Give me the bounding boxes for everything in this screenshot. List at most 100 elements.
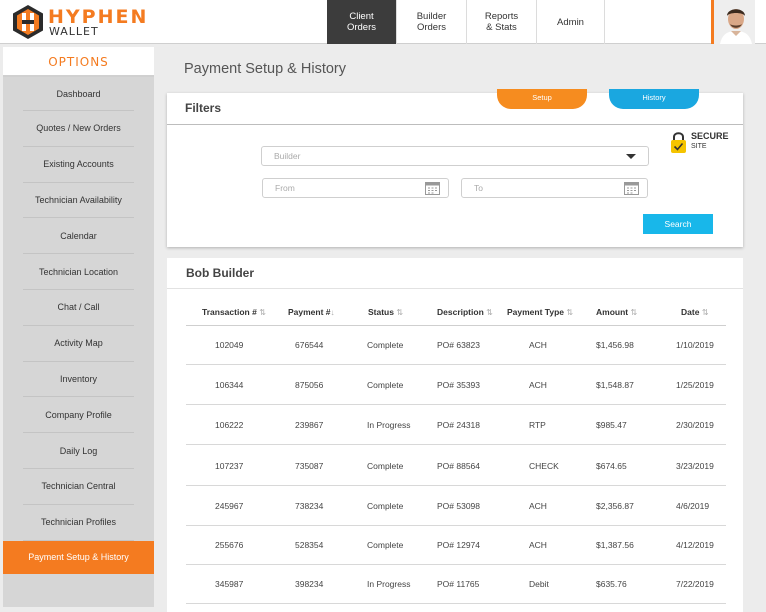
sort-icon[interactable]: ⇅: [486, 308, 493, 317]
to-placeholder: To: [474, 183, 483, 193]
nav-reports-stats[interactable]: Reports & Stats: [467, 0, 537, 44]
tab-setup[interactable]: Setup: [497, 89, 587, 109]
calendar-icon[interactable]: [425, 181, 440, 195]
cell-amount: $1,456.98: [596, 340, 634, 350]
sort-icon[interactable]: ⇅: [566, 308, 573, 317]
cell-date: 7/22/2019: [676, 579, 714, 589]
table-row[interactable]: 345987 398234 In Progress PO# 11765 Debit $63…: [186, 564, 726, 604]
transactions-card: Bob Builder Transaction # ⇅ Payment #↓ S…: [167, 258, 743, 612]
cell-date: 2/30/2019: [676, 420, 714, 430]
col-status-label: Status: [368, 307, 394, 317]
cell-amount: $674.65: [596, 461, 627, 471]
table-row[interactable]: 106222 239867 In Progress PO# 24318 RTP $985.…: [186, 405, 726, 445]
col-payment[interactable]: Payment #↓: [288, 307, 335, 317]
cell-payment: 875056: [295, 380, 324, 390]
cell-description: PO# 35393: [437, 380, 481, 390]
cell-status: Complete: [367, 340, 404, 350]
cell-amount: $985.47: [596, 420, 627, 430]
sidebar-item-daily-log[interactable]: Daily Log: [23, 433, 134, 469]
cell-payment-type: ACH: [529, 380, 547, 390]
col-status[interactable]: Status ⇅: [368, 307, 403, 317]
divider: [167, 288, 743, 289]
to-date-field[interactable]: To: [461, 178, 648, 198]
col-amount-label: Amount: [596, 307, 629, 317]
tab-history[interactable]: History: [609, 89, 699, 109]
sidebar-item-quotes[interactable]: Quotes / New Orders: [23, 111, 134, 147]
table-row[interactable]: 102049 676544 Complete PO# 63823 ACH $1,456.9…: [186, 325, 726, 365]
col-transaction[interactable]: Transaction # ⇅: [202, 307, 266, 317]
top-nav: Client Orders Builder Orders Reports & S…: [327, 0, 605, 44]
secure-label: SECURE: [691, 131, 729, 141]
cell-description: PO# 24318: [437, 420, 481, 430]
cell-transaction: 106222: [215, 420, 244, 430]
cell-description: PO# 88564: [437, 461, 481, 471]
cell-payment-type: RTP: [529, 420, 546, 430]
site-label: SITE: [691, 143, 707, 150]
cell-payment-type: CHECK: [529, 461, 559, 471]
cell-date: 1/10/2019: [676, 340, 714, 350]
cell-status: In Progress: [367, 579, 411, 589]
table-row[interactable]: 106344 875056 Complete PO# 35393 ACH $1,548.8…: [186, 365, 726, 405]
cell-status: Complete: [367, 380, 404, 390]
sidebar-item-chat-call[interactable]: Chat / Call: [23, 290, 134, 326]
nav-admin[interactable]: Admin: [537, 0, 605, 44]
brand-logo[interactable]: HYPHEN WALLET: [12, 4, 162, 40]
sidebar-item-technician-central[interactable]: Technician Central: [23, 469, 134, 505]
cell-status: Complete: [367, 540, 404, 550]
sidebar-item-calendar[interactable]: Calendar: [23, 218, 134, 255]
cell-payment: 738234: [295, 501, 324, 511]
col-payment-label: Payment #: [288, 307, 331, 317]
table-row[interactable]: 107237 735087 Complete PO# 88564 CHECK $674.6…: [186, 446, 726, 486]
secure-site-badge: SECURE SITE: [670, 128, 740, 158]
lock-icon: [671, 132, 686, 153]
cell-payment: 239867: [295, 420, 324, 430]
sort-icon[interactable]: ⇅: [259, 308, 266, 317]
cell-payment: 398234: [295, 579, 324, 589]
cell-status: Complete: [367, 461, 404, 471]
sidebar-item-technician-availability[interactable]: Technician Availability: [23, 183, 134, 219]
cell-payment: 528354: [295, 540, 324, 550]
sidebar-item-technician-location[interactable]: Technician Location: [23, 254, 134, 290]
user-avatar[interactable]: [711, 0, 755, 44]
cell-transaction: 245967: [215, 501, 244, 511]
sidebar-item-existing-accounts[interactable]: Existing Accounts: [23, 147, 134, 183]
cell-amount: $2,356.87: [596, 501, 634, 511]
sort-icon[interactable]: ⇅: [396, 308, 403, 317]
cell-amount: $635.76: [596, 579, 627, 589]
options-sidebar: OPTIONS Dashboard Quotes / New Orders Ex…: [3, 47, 154, 607]
calendar-icon[interactable]: [624, 181, 639, 195]
nav-client-orders[interactable]: Client Orders: [327, 0, 397, 44]
sidebar-item-dashboard[interactable]: Dashboard: [23, 77, 134, 111]
from-placeholder: From: [275, 183, 295, 193]
sidebar-item-company-profile[interactable]: Company Profile: [23, 397, 134, 434]
cell-payment: 735087: [295, 461, 324, 471]
cell-payment-type: ACH: [529, 340, 547, 350]
table-header: Transaction # ⇅ Payment #↓ Status ⇅ Desc…: [186, 302, 726, 326]
cell-transaction: 102049: [215, 340, 244, 350]
cell-date: 4/12/2019: [676, 540, 714, 550]
sidebar-item-payment-setup-history[interactable]: Payment Setup & History: [3, 540, 154, 574]
page-title: Payment Setup & History: [184, 61, 346, 77]
sort-icon[interactable]: ↓: [331, 308, 335, 317]
nav-builder-orders[interactable]: Builder Orders: [397, 0, 467, 44]
sidebar-item-activity-map[interactable]: Activity Map: [23, 326, 134, 362]
from-date-field[interactable]: From: [262, 178, 449, 198]
table-row[interactable]: 245967 738234 Complete PO# 53098 ACH $2,356.8…: [186, 486, 726, 526]
dropdown-caret-icon: [626, 154, 636, 159]
cell-date: 3/23/2019: [676, 461, 714, 471]
cell-description: PO# 53098: [437, 501, 481, 511]
col-payment-type[interactable]: Payment Type ⇅: [507, 307, 573, 317]
col-payment-type-label: Payment Type: [507, 307, 565, 317]
sort-icon[interactable]: ⇅: [630, 308, 637, 317]
search-button[interactable]: Search: [643, 214, 713, 234]
divider: [167, 124, 743, 125]
builder-select[interactable]: Builder: [261, 146, 649, 166]
sidebar-item-inventory[interactable]: Inventory: [23, 362, 134, 398]
table-row[interactable]: 255676 528354 Complete PO# 12974 ACH $1,387.5…: [186, 525, 726, 565]
col-amount[interactable]: Amount ⇅: [596, 307, 637, 317]
col-description[interactable]: Description ⇅: [437, 307, 493, 317]
sort-icon[interactable]: ⇅: [702, 308, 709, 317]
cell-payment-type: Debit: [529, 579, 549, 589]
sidebar-item-technician-profiles[interactable]: Technician Profiles: [23, 505, 134, 541]
col-date[interactable]: Date ⇅: [681, 307, 709, 317]
